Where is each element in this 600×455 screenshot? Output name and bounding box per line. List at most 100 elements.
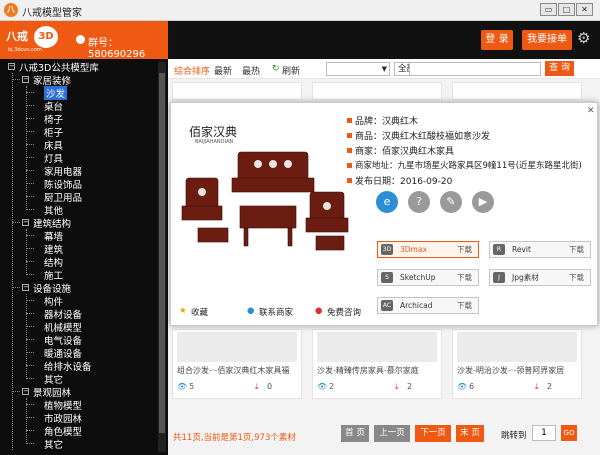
collapse-toggle-icon[interactable]: − (22, 284, 29, 291)
model-card[interactable]: 沙发-明治沙发-·-领普阿界家居 👁 6 ⤓ 2 (452, 329, 582, 399)
tree-group-2[interactable]: 设备设施 (33, 281, 71, 295)
download-jpg[interactable]: J Jpg素材 下载 (489, 269, 591, 286)
sort-tab-overall[interactable]: 综合排序 (174, 64, 210, 77)
card-thumbnail (457, 332, 577, 362)
tree-item[interactable]: 沙发 (44, 86, 68, 100)
qq-group-icon (76, 35, 85, 44)
tree-item[interactable]: 市政园林 (44, 411, 82, 425)
tree-item[interactable]: 建筑 (44, 242, 63, 256)
favorite-button[interactable]: 收藏 (191, 306, 208, 318)
model-card[interactable]: 组合沙发-·-佰家汉典红木家具福 👁 5 ⤓ 0 (172, 329, 302, 399)
tree-item[interactable]: 灯具 (44, 151, 63, 165)
tree-group-3[interactable]: 景观园林 (33, 385, 71, 399)
tree-group-1[interactable]: 建筑结构 (33, 216, 71, 230)
model-card[interactable]: 沙发-精臻传房家具-慕尔家庭 👁 2 ⤓ 2 (312, 329, 442, 399)
logo[interactable]: 八戒 3D bj.3dcun.com (6, 26, 62, 54)
maximize-button[interactable]: □ (558, 3, 575, 16)
refresh-button[interactable]: 刷新 (282, 64, 300, 77)
refresh-icon[interactable]: ↻ (272, 64, 280, 74)
close-icon[interactable]: ✕ (587, 106, 595, 116)
tree-item[interactable]: 角色模型 (44, 424, 82, 438)
go-button[interactable]: GO (561, 425, 577, 441)
tree-item[interactable]: 构件 (44, 294, 63, 308)
card-title: 组合沙发-·-佰家汉典红木家具福 (177, 366, 290, 375)
info-key: 商家： (355, 147, 383, 157)
app-icon: 八 (4, 3, 18, 17)
edit-icon[interactable]: ✎ (440, 191, 462, 213)
collapse-toggle-icon[interactable]: − (22, 388, 29, 395)
help-icon[interactable]: ? (408, 191, 430, 213)
tree-item[interactable]: 陈设饰品 (44, 177, 82, 191)
download-revit[interactable]: R Revit 下载 (489, 241, 591, 258)
brand-logo-sub: BAIJIAHANDIAN (195, 139, 234, 145)
sort-tab-newest[interactable]: 最新 (214, 64, 232, 77)
contact-merchant-button[interactable]: 联系商家 (259, 306, 293, 318)
tree-connector (26, 235, 34, 236)
collapse-toggle-icon[interactable]: − (8, 63, 15, 70)
views-count: 6 (469, 382, 475, 391)
tree-item[interactable]: 柜子 (44, 125, 63, 139)
tree-item[interactable]: 给排水设备 (44, 359, 92, 373)
sidebar-scroll-thumb[interactable] (159, 73, 165, 433)
download-archicad[interactable]: AC Archicad 下载 (377, 297, 479, 314)
video-icon[interactable]: ▶ (472, 191, 494, 213)
tree-root[interactable]: 八戒3D公共模型库 (19, 60, 99, 74)
download-label: 下载 (569, 245, 584, 254)
tree-item[interactable]: 器材设备 (44, 307, 82, 321)
tree-item[interactable]: 其它 (44, 372, 63, 386)
chat-icon: ● (315, 306, 323, 316)
gear-icon[interactable]: ⚙ (577, 30, 593, 46)
tree-connector (12, 391, 20, 392)
close-window-button[interactable]: ✕ (576, 3, 593, 16)
collapse-toggle-icon[interactable]: − (22, 219, 29, 226)
collapse-toggle-icon[interactable]: − (22, 76, 29, 83)
page-number-input[interactable]: 1 (532, 425, 556, 441)
tree-item[interactable]: 电气设备 (44, 333, 82, 347)
tree-group-0[interactable]: 家居装修 (33, 73, 71, 87)
tree-item[interactable]: 其他 (44, 203, 63, 217)
tree-item[interactable]: 施工 (44, 268, 63, 282)
info-value: 汉典红木 (382, 117, 419, 127)
tree-item[interactable]: 结构 (44, 255, 63, 269)
info-address: 商家地址：九星市场星火路家具区9幢11号(近星东路星北街) (355, 159, 582, 171)
search-input[interactable] (409, 62, 541, 76)
star-icon: ★ (179, 306, 187, 316)
last-page-button[interactable]: 末 页 (456, 425, 484, 442)
views-icon: 👁 (457, 382, 468, 391)
first-page-button[interactable]: 首 页 (341, 425, 369, 442)
model-card-top[interactable] (452, 82, 582, 100)
download-label: 下载 (457, 273, 472, 282)
free-consult-button[interactable]: 免费咨询 (327, 306, 361, 318)
card-title: 沙发-精臻传房家具-慕尔家庭 (317, 366, 419, 375)
info-product: 商品：汉典红木红酸枝福如意沙发 (355, 129, 490, 142)
tree-item[interactable]: 家用电器 (44, 164, 82, 178)
tree-item[interactable]: 床具 (44, 138, 63, 152)
tree-connector (26, 209, 34, 210)
tree-item[interactable]: 厨卫用品 (44, 190, 82, 204)
views-icon: 👁 (177, 382, 188, 391)
model-card-top[interactable] (172, 82, 302, 100)
tree-item[interactable]: 幕墙 (44, 229, 63, 243)
tree-item[interactable]: 机械模型 (44, 320, 82, 334)
minimize-button[interactable]: ▭ (540, 3, 557, 16)
take-order-button[interactable]: 我要接单 (522, 30, 572, 50)
chevron-down-icon: ▼ (381, 65, 387, 73)
search-button[interactable]: 查 询 (545, 61, 574, 76)
info-merchant: 商家：佰家汉典红木家具 (355, 144, 454, 157)
sort-tab-hottest[interactable]: 最热 (242, 64, 260, 77)
login-button[interactable]: 登 录 (481, 30, 513, 50)
prev-page-button[interactable]: 上一页 (374, 425, 410, 442)
download-icon: ⤓ (395, 382, 399, 391)
download-3dmax[interactable]: 3D 3Dmax 下载 (377, 241, 479, 258)
tree-item[interactable]: 椅子 (44, 112, 63, 126)
browser-icon[interactable]: e (376, 191, 398, 213)
model-card-top[interactable] (312, 82, 442, 100)
next-page-button[interactable]: 下一页 (415, 425, 451, 442)
category-select[interactable]: ▼ (326, 62, 390, 76)
tree-item[interactable]: 暖通设备 (44, 346, 82, 360)
tree-item[interactable]: 其它 (44, 437, 63, 451)
jump-label: 跳转到 (501, 431, 527, 441)
tree-item[interactable]: 植物模型 (44, 398, 82, 412)
download-sketchup[interactable]: S SketchUp 下载 (377, 269, 479, 286)
tree-item[interactable]: 桌台 (44, 99, 63, 113)
